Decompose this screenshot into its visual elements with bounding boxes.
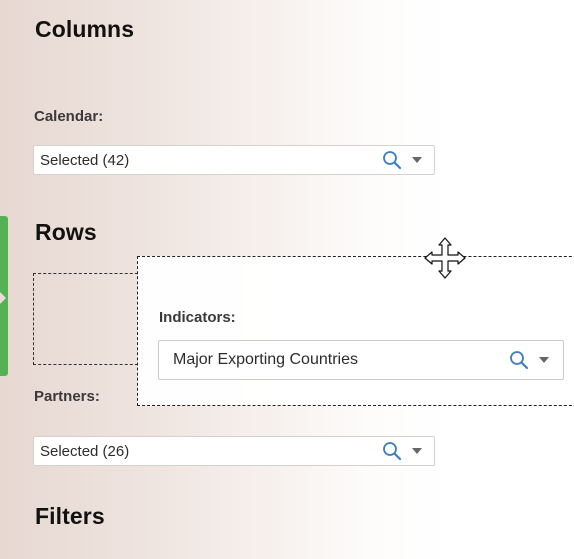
columns-heading: Columns: [35, 16, 135, 42]
collapse-arrow-icon[interactable]: [0, 292, 6, 304]
filters-heading: Filters: [35, 503, 105, 529]
chevron-down-icon[interactable]: [412, 448, 422, 454]
calendar-dropdown[interactable]: Selected (42): [33, 145, 435, 175]
indicators-selected-value: Major Exporting Countries: [173, 351, 358, 368]
partners-label: Partners:: [34, 388, 100, 405]
dragged-dimension-box[interactable]: [137, 256, 574, 406]
partners-dropdown[interactable]: Selected (26): [33, 436, 435, 466]
chevron-down-icon[interactable]: [412, 157, 422, 163]
indicators-label: Indicators:: [159, 309, 236, 326]
indicators-dropdown[interactable]: Major Exporting Countries: [158, 340, 564, 380]
search-icon[interactable]: [382, 441, 402, 461]
row-drop-placeholder: [33, 273, 143, 365]
search-icon[interactable]: [382, 150, 402, 170]
layout-panel: Columns Calendar: Selected (42) Rows Par…: [0, 0, 574, 559]
rows-heading: Rows: [35, 219, 97, 245]
move-cursor-icon: [423, 236, 467, 285]
chevron-down-icon[interactable]: [539, 357, 549, 363]
calendar-selected-value: Selected (42): [40, 151, 130, 169]
calendar-label: Calendar:: [34, 108, 104, 125]
partners-selected-value: Selected (26): [40, 442, 130, 460]
search-icon[interactable]: [509, 350, 529, 370]
